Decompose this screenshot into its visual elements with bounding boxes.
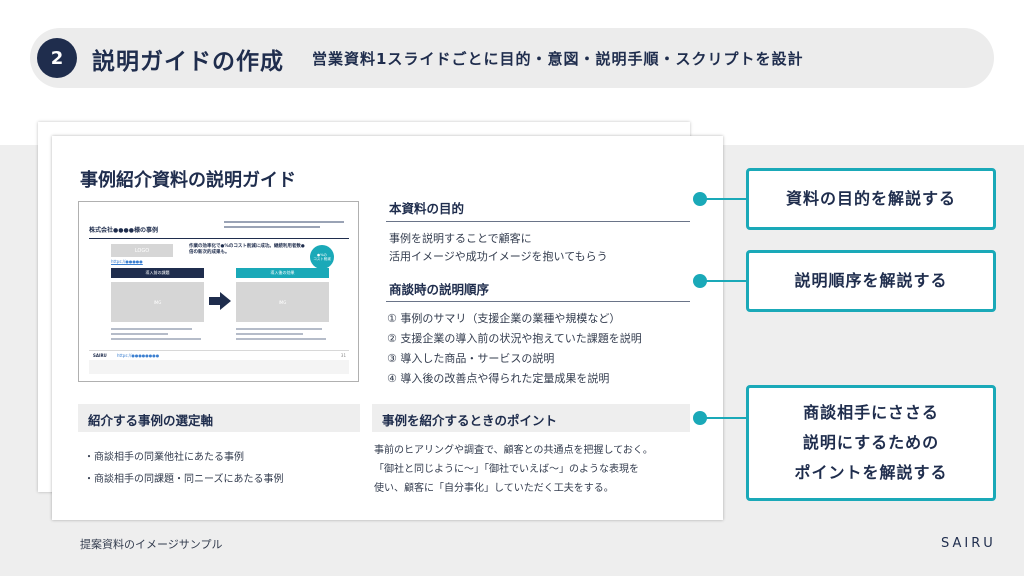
thumbnail-footer-band (89, 360, 349, 374)
thumbnail-bullets-before (111, 328, 206, 343)
thumbnail-header-notes (224, 221, 344, 233)
points-heading-box: 事例を紹介するときのポイント (372, 404, 690, 432)
selection-item-1: ・商談相手の同業他社にあたる事例 (84, 452, 244, 463)
points-line-3: 使い、顧客に「自分事化」していただく工夫をする。 (374, 483, 614, 494)
thumbnail-page-number: 31 (340, 353, 346, 358)
connector-line-purpose (700, 198, 748, 200)
thumbnail-image-after: IMG (236, 282, 329, 322)
purpose-line-2: 活用イメージや成功イメージを抱いてもらう (389, 250, 608, 263)
purpose-heading: 本資料の目的 (389, 201, 465, 216)
thumbnail-title: 株式会社●●●●様の事例 (89, 227, 158, 234)
thumbnail-brand: SAIRU (93, 353, 107, 358)
thumbnail-before-label: 導入前の課題 (111, 268, 204, 278)
callout-purpose-text: 資料の目的を解説する (785, 189, 956, 208)
step-number-badge: 2 (37, 38, 77, 78)
procedure-step-4: ④ 導入後の改善点や得られた定量成果を説明 (387, 372, 610, 385)
procedure-step-2: ② 支援企業の導入前の状況や抱えていた課題を説明 (387, 332, 642, 345)
image-caption: 提案資料のイメージサンプル (80, 538, 223, 551)
slide-thumbnail: 株式会社●●●●様の事例 LOGO https://●●●●● 作業の効率化で●… (78, 201, 359, 382)
selection-heading-box: 紹介する事例の選定軸 (78, 404, 360, 432)
thumbnail-link: https://●●●●● (111, 259, 143, 264)
thumbnail-badge: ●%の コスト削減 (310, 245, 334, 269)
procedure-heading: 商談時の説明順序 (389, 282, 490, 297)
guide-title: 事例紹介資料の説明ガイド (80, 170, 296, 191)
points-line-1: 事前のヒアリングや調査で、顧客との共通点を把握しておく。 (374, 445, 653, 456)
thumbnail-after-label: 導入後の効果 (236, 268, 329, 278)
callout-points: 商談相手にささる 説明にするための ポイントを解説する (746, 385, 996, 501)
connector-line-points (700, 417, 748, 419)
brand-logo: SAIRU (941, 536, 996, 551)
connector-dot-points (693, 411, 707, 425)
page-title: 説明ガイドの作成 (92, 49, 284, 75)
thumbnail-footer-link: https://●●●●●●●● (117, 353, 160, 358)
thumbnail-footer-divider (89, 350, 349, 351)
thumbnail-bullets-after (236, 328, 331, 343)
connector-dot-procedure (693, 274, 707, 288)
callout-procedure: 説明順序を解説する (746, 250, 996, 312)
connector-dot-purpose (693, 192, 707, 206)
connector-line-procedure (700, 280, 748, 282)
thumbnail-image-before: IMG (111, 282, 204, 322)
callout-procedure-text: 説明順序を解説する (794, 271, 948, 290)
callout-points-text: 商談相手にささる 説明にするための ポイントを解説する (794, 403, 948, 482)
points-line-2: 「御社と同じように～」「御社でいえば～」のような表現を (374, 464, 639, 475)
purpose-rule (386, 221, 690, 222)
thumbnail-divider (89, 238, 349, 239)
thumbnail-headline: 作業の効率化で●%のコスト削減に成功。継続利用者数●倍の新次的成果も。 (189, 244, 305, 256)
thumbnail-logo: LOGO (111, 244, 173, 257)
selection-heading: 紹介する事例の選定軸 (88, 413, 214, 428)
page-subtitle: 営業資料1スライドごとに目的・意図・説明手順・スクリプトを設計 (312, 50, 804, 68)
selection-item-2: ・商談相手の同課題・同ニーズにあたる事例 (84, 474, 284, 485)
procedure-step-1: ① 事例のサマリ（支援企業の業種や規模など） (387, 312, 621, 325)
points-heading: 事例を紹介するときのポイント (382, 413, 558, 428)
procedure-step-3: ③ 導入した商品・サービスの説明 (387, 352, 555, 365)
procedure-rule (386, 301, 690, 302)
callout-purpose: 資料の目的を解説する (746, 168, 996, 230)
